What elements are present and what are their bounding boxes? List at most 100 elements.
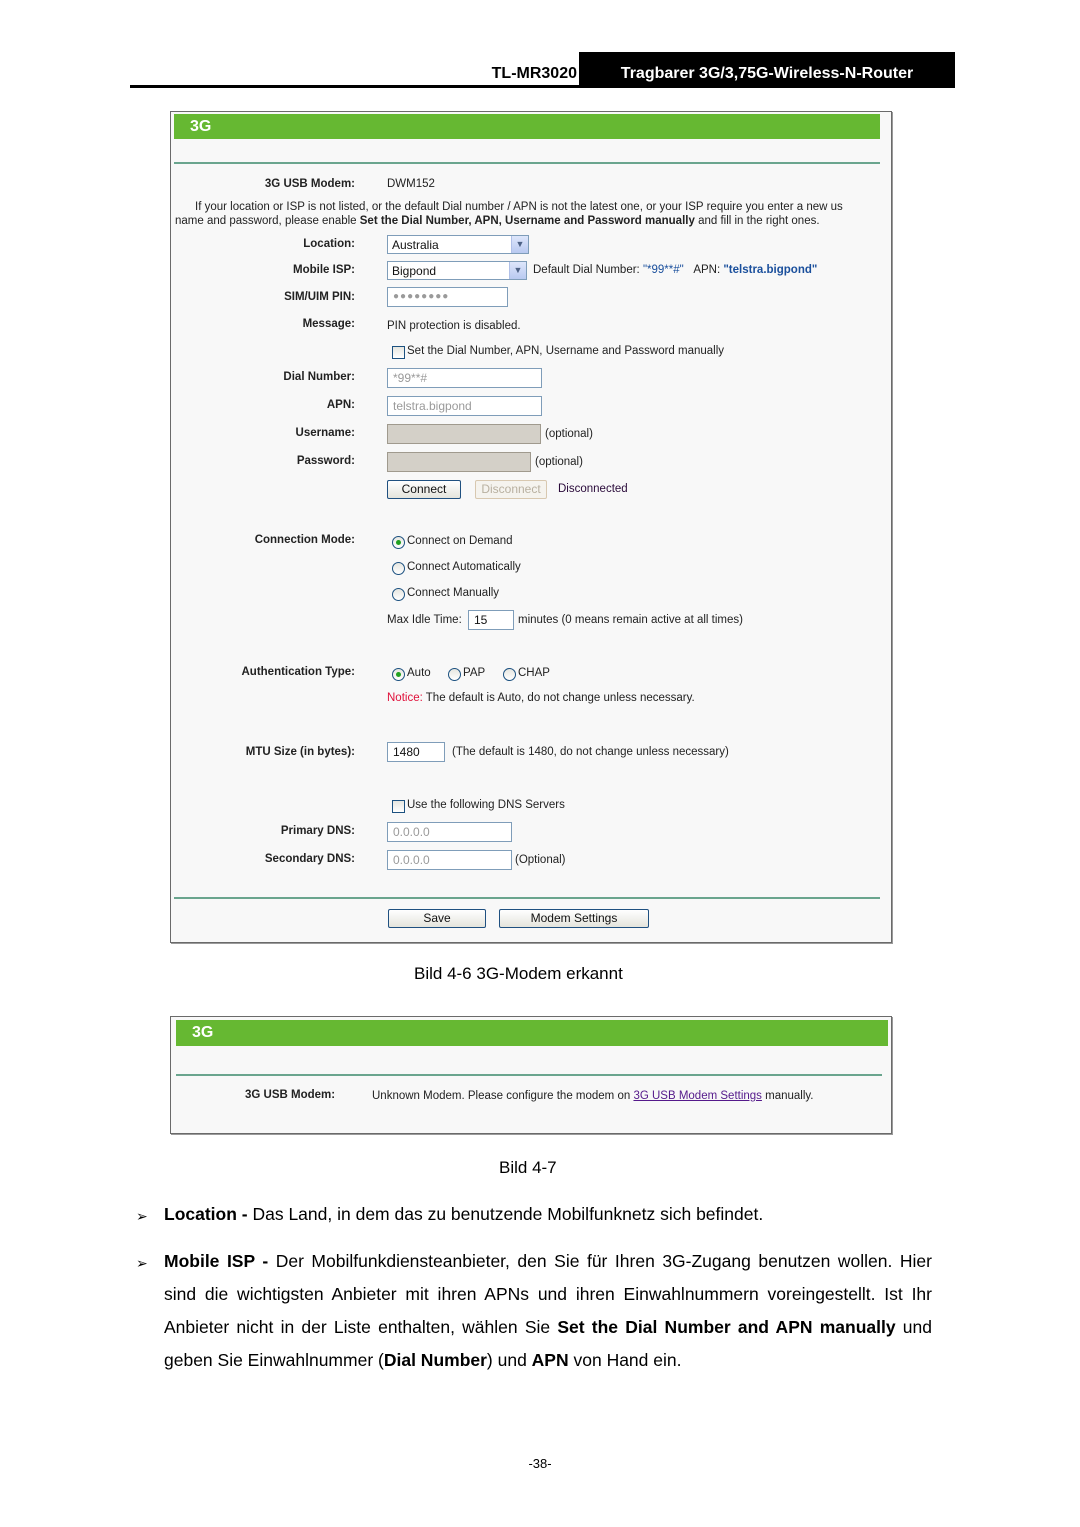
apn-label: APN:: [326, 399, 355, 411]
divider: [174, 897, 880, 899]
auth-radio-pap[interactable]: [448, 668, 461, 681]
connect-button[interactable]: Connect: [387, 480, 461, 499]
primary-dns-label: Primary DNS:: [280, 825, 355, 837]
dns-checkbox[interactable]: [392, 800, 405, 813]
bullet-arrow-icon: ➢: [136, 1208, 148, 1224]
message-label: Message:: [302, 318, 355, 330]
secondary-dns-label: Secondary DNS:: [264, 853, 355, 865]
mobile-isp-label: Mobile ISP:: [293, 264, 355, 276]
info-text-post: and fill in the right ones.: [694, 215, 820, 227]
mode-option-label: Connect Automatically: [407, 561, 521, 573]
screenshot-3g-modem-detected: 3G 3G USB Modem: DWM152 If your location…: [170, 111, 892, 943]
apn-info-value: "telstra.bigpond": [723, 264, 818, 276]
message-pre: Unknown Modem. Please configure the mode…: [372, 1090, 634, 1102]
isp-text: ) und: [486, 1350, 532, 1370]
header-rule: [130, 85, 955, 88]
username-input[interactable]: [387, 424, 541, 444]
location-select[interactable]: Australia ▼: [387, 235, 529, 254]
manual-settings-checkbox[interactable]: [392, 346, 405, 359]
figure-caption-4-6: Bild 4-6 3G-Modem erkannt: [414, 964, 623, 983]
max-idle-input[interactable]: 15: [468, 610, 514, 630]
notice-text: The default is Auto, do not change unles…: [422, 692, 695, 704]
dial-number-label: Dial Number:: [283, 371, 355, 383]
mobile-isp-select[interactable]: Bigpond ▼: [387, 261, 527, 280]
secondary-dns-hint: (Optional): [515, 854, 566, 866]
dns-checkbox-label: Use the following DNS Servers: [407, 799, 565, 811]
panel-title-bar: 3G: [176, 1020, 888, 1046]
disconnect-button[interactable]: Disconnect: [475, 480, 547, 499]
auth-type-label: Authentication Type:: [241, 666, 355, 678]
location-selected-value: Australia: [392, 238, 439, 252]
mobile-isp-description: Mobile ISP - Der Mobilfunkdiensteanbiete…: [164, 1245, 932, 1377]
message-value: PIN protection is disabled.: [387, 320, 521, 332]
location-text: Das Land, in dem das zu benutzende Mobil…: [247, 1204, 764, 1224]
max-idle-label: Max Idle Time:: [387, 614, 462, 626]
mode-option-label: Connect Manually: [407, 587, 500, 599]
default-dial-info: Default Dial Number: "*99**#" APN: "tels…: [533, 264, 817, 276]
username-hint: (optional): [545, 428, 593, 440]
chevron-down-icon[interactable]: ▼: [511, 236, 528, 253]
mode-radio-manually[interactable]: [392, 588, 405, 601]
auth-radio-chap[interactable]: [503, 668, 516, 681]
document-title: Tragbarer 3G/3,75G-Wireless-N-Router: [579, 52, 955, 86]
info-text-line1: If your location or ISP is not listed, o…: [195, 201, 843, 213]
figure-caption-4-7: Bild 4-7: [499, 1158, 557, 1177]
dial-number-input[interactable]: *99**#: [387, 368, 542, 388]
apn-info-label: APN:: [693, 264, 721, 276]
sim-pin-input[interactable]: ●●●●●●●●: [387, 287, 508, 307]
usb-modem-label: 3G USB Modem:: [245, 1089, 336, 1101]
auth-radio-auto[interactable]: [392, 668, 405, 681]
save-button[interactable]: Save: [388, 909, 486, 928]
notice-label: Notice:: [387, 692, 423, 704]
chevron-down-icon[interactable]: ▼: [509, 262, 526, 279]
auth-option-label: PAP: [463, 667, 486, 679]
bullet-arrow-icon: ➢: [136, 1255, 148, 1271]
screenshot-3g-unknown-modem: 3G 3G USB Modem: Unknown Modem. Please c…: [170, 1016, 892, 1134]
divider: [176, 1074, 882, 1076]
username-label: Username:: [295, 427, 355, 439]
isp-bold: Set the Dial Number and APN manually: [557, 1317, 896, 1337]
password-label: Password:: [296, 455, 355, 467]
page-number: -38-: [528, 1456, 552, 1471]
message-post: manually.: [761, 1090, 814, 1102]
connection-status: Disconnected: [558, 483, 628, 495]
secondary-dns-input[interactable]: 0.0.0.0: [387, 850, 512, 870]
connection-mode-label: Connection Mode:: [254, 534, 355, 546]
isp-selected-value: Bigpond: [392, 264, 437, 278]
divider: [174, 162, 880, 164]
auth-option-label: CHAP: [518, 667, 550, 679]
mtu-hint: (The default is 1480, do not change unle…: [452, 746, 729, 758]
default-dial-value: "*99**#": [642, 264, 684, 276]
model-name: TL-MR3020: [491, 65, 577, 82]
isp-bold: Dial Number: [383, 1350, 487, 1370]
panel-title-bar: 3G: [174, 114, 880, 139]
usb-modem-value: DWM152: [387, 178, 435, 190]
mode-radio-automatically[interactable]: [392, 562, 405, 575]
modem-settings-button[interactable]: Modem Settings: [499, 909, 649, 928]
manual-settings-label: Set the Dial Number, APN, Username and P…: [407, 345, 725, 357]
info-text-line2: name and password, please enable Set the…: [175, 215, 820, 227]
password-hint: (optional): [535, 456, 583, 468]
unknown-modem-message: Unknown Modem. Please configure the mode…: [372, 1090, 814, 1102]
usb-modem-label: 3G USB Modem:: [264, 178, 355, 190]
default-dial-label: Default Dial Number:: [533, 264, 640, 276]
usb-modem-settings-link[interactable]: 3G USB Modem Settings: [633, 1090, 761, 1102]
mode-radio-on-demand[interactable]: [392, 536, 405, 549]
info-text-bold: Set the Dial Number, APN, Username and P…: [359, 215, 695, 227]
auth-notice: Notice: The default is Auto, do not chan…: [387, 692, 695, 704]
mtu-input[interactable]: 1480: [387, 742, 445, 762]
auth-option-label: Auto: [407, 667, 431, 679]
isp-term: Mobile ISP -: [164, 1251, 269, 1271]
location-description: Location - Das Land, in dem das zu benut…: [164, 1198, 932, 1231]
password-input[interactable]: [387, 452, 531, 472]
info-text-pre: name and password, please enable: [175, 215, 360, 227]
apn-input[interactable]: telstra.bigpond: [387, 396, 542, 416]
isp-bold: APN: [531, 1350, 569, 1370]
primary-dns-input[interactable]: 0.0.0.0: [387, 822, 512, 842]
isp-text: von Hand ein.: [568, 1350, 682, 1370]
sim-pin-label: SIM/UIM PIN:: [284, 291, 355, 303]
document-header: TL-MR3020 Tragbarer 3G/3,75G-Wireless-N-…: [130, 52, 955, 88]
mtu-label: MTU Size (in bytes):: [245, 746, 355, 758]
max-idle-hint: minutes (0 means remain active at all ti…: [518, 614, 743, 626]
mode-option-label: Connect on Demand: [407, 535, 513, 547]
